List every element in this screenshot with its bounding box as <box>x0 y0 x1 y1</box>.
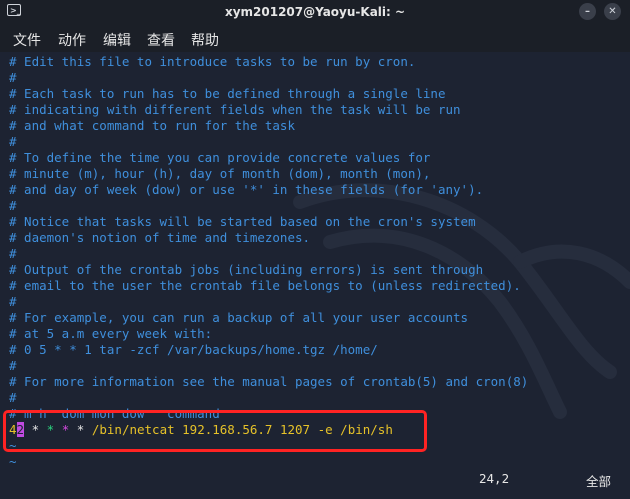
comment-line: # minute (m), hour (h), day of month (do… <box>9 166 431 181</box>
comment-line: # Output of the crontab jobs (including … <box>9 262 484 277</box>
comment-line: # Each task to run has to be defined thr… <box>9 86 446 101</box>
comment-line: # and what command to run for the task <box>9 118 295 133</box>
window-title: xym201207@Yaoyu-Kali: ~ <box>224 5 406 19</box>
window-titlebar[interactable]: >_ xym201207@Yaoyu-Kali: ~ – ✕ <box>0 0 630 24</box>
comment-line: # <box>9 294 17 309</box>
minimize-button[interactable]: – <box>579 3 596 20</box>
close-button[interactable]: ✕ <box>604 3 621 20</box>
annotation-highlight-box <box>3 410 427 452</box>
empty-line-marker: ~ <box>9 454 17 469</box>
comment-line: # email to the user the crontab file bel… <box>9 278 521 293</box>
menu-edit[interactable]: 编辑 <box>103 30 131 50</box>
menu-bar: 文件 动作 编辑 查看 帮助 <box>0 24 630 52</box>
comment-line: # Notice that tasks will be started base… <box>9 214 476 229</box>
comment-line: # daemon's notion of time and timezones. <box>9 230 311 245</box>
scroll-position: 全部 <box>586 474 612 489</box>
comment-line: # <box>9 198 17 213</box>
comment-line: # <box>9 134 17 149</box>
comment-line: # To define the time you can provide con… <box>9 150 431 165</box>
menu-file[interactable]: 文件 <box>13 30 41 50</box>
comment-line: # For more information see the manual pa… <box>9 374 529 389</box>
comment-line: # Edit this file to introduce tasks to b… <box>9 54 416 69</box>
comment-line: # at 5 a.m every week with: <box>9 326 213 341</box>
comment-line: # indicating with different fields when … <box>9 102 461 117</box>
minimize-icon: – <box>585 6 590 17</box>
comment-line: # <box>9 70 17 85</box>
menu-help[interactable]: 帮助 <box>191 30 219 50</box>
comment-line: # For example, you can run a backup of a… <box>9 310 469 325</box>
comment-line: # <box>9 390 17 405</box>
comment-line: # and day of week (dow) or use '*' in th… <box>9 182 484 197</box>
menu-action[interactable]: 动作 <box>58 30 86 50</box>
menu-view[interactable]: 查看 <box>147 30 175 50</box>
close-icon: ✕ <box>608 6 617 17</box>
comment-line: # <box>9 246 17 261</box>
comment-line: # <box>9 358 17 373</box>
comment-line: # 0 5 * * 1 tar -zcf /var/backups/home.t… <box>9 342 378 357</box>
terminal-area[interactable]: # Edit this file to introduce tasks to b… <box>0 52 630 499</box>
cursor-position: 24,2 <box>479 471 510 486</box>
